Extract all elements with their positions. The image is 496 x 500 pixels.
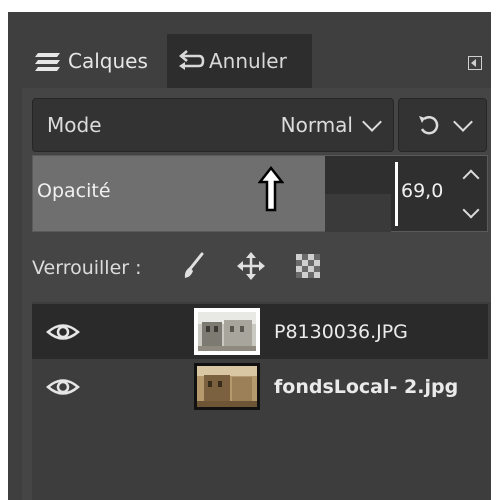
- layer-name: P8130036.JPG: [274, 320, 408, 343]
- layer-row[interactable]: fondsLocal- 2.jpg: [32, 359, 488, 414]
- opacity-spin-buttons[interactable]: [457, 156, 487, 231]
- lock-row: Verrouiller :: [32, 252, 142, 284]
- paintbrush-icon[interactable]: [180, 251, 206, 281]
- eye-icon[interactable]: [46, 321, 80, 343]
- dock-menu-button[interactable]: [468, 56, 482, 70]
- layer-name: fondsLocal- 2.jpg: [274, 375, 459, 398]
- undo-icon: [179, 50, 205, 70]
- opacity-label: Opacité: [37, 180, 111, 202]
- tab-calques[interactable]: Calques: [22, 34, 166, 88]
- mode-label: Mode: [47, 113, 102, 137]
- checkerboard-icon[interactable]: [296, 254, 320, 278]
- layers-icon: [35, 53, 60, 71]
- chevron-down-icon: [362, 112, 382, 132]
- layer-thumbnail: [194, 308, 260, 355]
- tab-calques-label: Calques: [68, 49, 148, 73]
- layer-thumbnail: [194, 363, 260, 410]
- opacity-value[interactable]: 69,0: [401, 180, 443, 202]
- reset-icon: [418, 116, 438, 135]
- chevron-down-icon[interactable]: [462, 201, 480, 219]
- chevron-up-icon[interactable]: [462, 169, 480, 187]
- tab-annuler[interactable]: Annuler: [167, 34, 312, 88]
- move-icon[interactable]: [236, 251, 266, 281]
- chevron-down-icon: [452, 112, 473, 132]
- mode-reset-button[interactable]: [398, 98, 487, 152]
- opacity-text-cursor: [395, 162, 398, 226]
- tab-annuler-label: Annuler: [209, 49, 287, 73]
- mouse-cursor-icon: [258, 166, 284, 212]
- mode-select[interactable]: Mode Normal: [32, 98, 394, 152]
- tab-strip: [313, 34, 491, 88]
- mode-value: Normal: [280, 113, 353, 137]
- layer-row[interactable]: P8130036.JPG: [32, 304, 488, 359]
- lock-label: Verrouiller :: [32, 257, 142, 279]
- opacity-slider-track: [325, 194, 391, 232]
- eye-icon[interactable]: [46, 376, 80, 398]
- lock-icons: [180, 251, 320, 281]
